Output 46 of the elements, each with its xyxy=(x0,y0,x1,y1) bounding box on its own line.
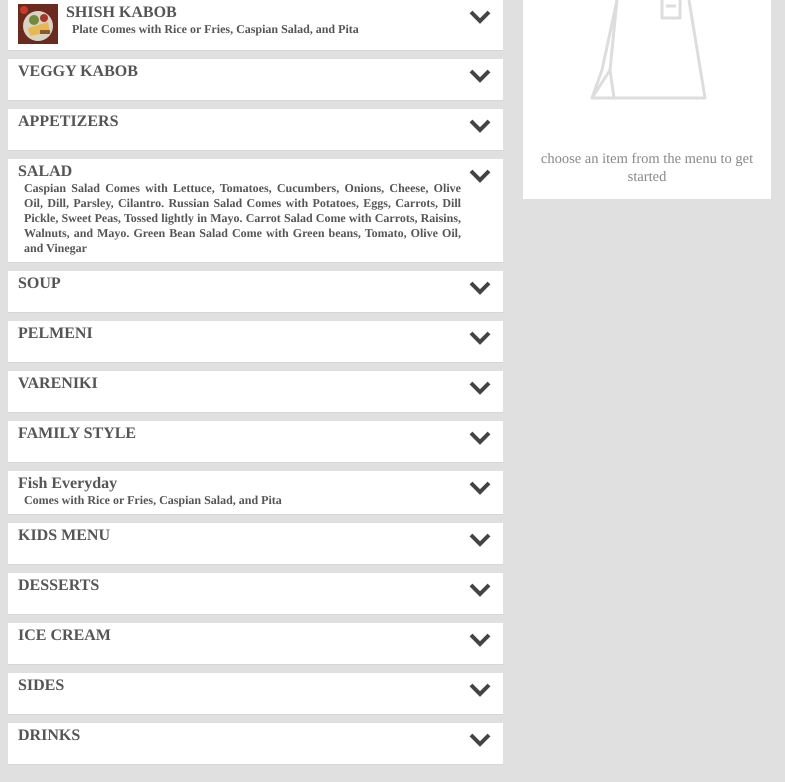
menu-category[interactable]: SOUP xyxy=(8,271,503,313)
menu-category[interactable]: APPETIZERS xyxy=(8,109,503,151)
category-title: SOUP xyxy=(18,275,62,293)
category-title: SIDES xyxy=(18,677,66,695)
category-title: FAMILY STYLE xyxy=(18,425,138,443)
empty-cart-message: choose an item from the menu to get started xyxy=(540,150,754,186)
chevron-down-icon[interactable] xyxy=(469,381,491,395)
category-title: DESSERTS xyxy=(18,577,100,595)
chevron-down-icon[interactable] xyxy=(469,10,491,24)
category-title: SALAD xyxy=(18,163,74,181)
chevron-down-icon[interactable] xyxy=(469,481,491,495)
chevron-down-icon[interactable] xyxy=(469,281,491,295)
chevron-down-icon[interactable] xyxy=(469,733,491,747)
category-title: VARENIKI xyxy=(18,375,99,393)
chevron-down-icon[interactable] xyxy=(469,119,491,133)
menu-category[interactable] xyxy=(8,159,503,263)
menu-category[interactable]: ICE CREAM xyxy=(8,623,503,665)
category-title: DRINKS xyxy=(18,727,82,745)
category-title: SHISH KABOB xyxy=(66,4,178,22)
category-description: Plate Comes with Rice or Fries, Caspian Salad, and Pita xyxy=(71,22,360,37)
menu-category[interactable]: DRINKS xyxy=(8,723,503,765)
category-title: VEGGY KABOB xyxy=(18,63,139,81)
chevron-down-icon[interactable] xyxy=(469,331,491,345)
menu-category[interactable]: Fish Everyday Comes with Rice or Fries, Caspian Salad, and Pita xyxy=(8,471,503,515)
chevron-down-icon[interactable] xyxy=(469,633,491,647)
category-title: ICE CREAM xyxy=(18,627,112,645)
menu-category[interactable]: DESSERTS xyxy=(8,573,503,615)
category-title: Fish Everyday xyxy=(18,475,118,493)
chevron-down-icon[interactable] xyxy=(469,431,491,445)
menu-category[interactable]: VARENIKI xyxy=(8,371,503,413)
category-title: APPETIZERS xyxy=(18,113,120,131)
menu-category[interactable]: VEGGY KABOB xyxy=(8,59,503,101)
category-title: KIDS MENU xyxy=(18,527,112,545)
chevron-down-icon[interactable] xyxy=(469,69,491,83)
chevron-down-icon[interactable] xyxy=(469,169,491,183)
chevron-down-icon[interactable] xyxy=(469,583,491,597)
category-title: PELMENI xyxy=(18,325,94,343)
menu-category[interactable]: PELMENI xyxy=(8,321,503,363)
menu-category[interactable]: FAMILY STYLE xyxy=(8,421,503,463)
menu-category[interactable]: SHISH KABOB Plate Comes with Rice or Fries, Caspian Salad, and Pita xyxy=(8,0,503,51)
category-description: Comes with Rice or Fries, Caspian Salad, and Pita xyxy=(23,493,283,508)
chevron-down-icon[interactable] xyxy=(469,683,491,697)
menu-category[interactable]: KIDS MENU xyxy=(8,523,503,565)
menu-category[interactable]: SIDES xyxy=(8,673,503,715)
category-description: Caspian Salad Comes with Lettuce, Tomatoes, Cucumbers, Onions, Cheese, Olive Oil, Dill, Parsley, Cilantro. Russian Salad Comes with Potatoes, Eggs, Carrots, Dill Pickle, Sweet Peas, Tossed lightly in Mayo. Carrot Salad Come with Carrots, Raisins, Walnuts, and Mayo. Green Bean Salad Come with Green beans, Tomato, Olive Oil, and Vinegar xyxy=(23,181,461,256)
chevron-down-icon[interactable] xyxy=(469,533,491,547)
